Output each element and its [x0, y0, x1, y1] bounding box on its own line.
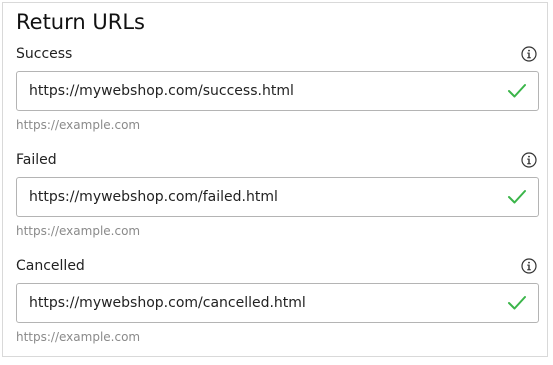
check-icon	[507, 188, 527, 206]
cancelled-url-hint: https://example.com	[16, 330, 141, 344]
check-icon	[507, 294, 527, 312]
section-title: Return URLs	[16, 10, 145, 34]
info-icon[interactable]	[521, 152, 537, 168]
info-icon[interactable]	[521, 46, 537, 62]
cancelled-url-value[interactable]: https://mywebshop.com/cancelled.html	[29, 284, 306, 322]
cancelled-url-input[interactable]: https://mywebshop.com/cancelled.html	[16, 283, 539, 323]
success-url-value[interactable]: https://mywebshop.com/success.html	[29, 72, 294, 110]
success-label: Success	[16, 46, 73, 62]
cancelled-label: Cancelled	[16, 258, 85, 274]
failed-url-input[interactable]: https://mywebshop.com/failed.html	[16, 177, 539, 217]
return-urls-panel: Return URLs Success https://mywebshop.co…	[2, 2, 548, 357]
success-url-hint: https://example.com	[16, 118, 141, 132]
failed-label: Failed	[16, 152, 57, 168]
success-url-input[interactable]: https://mywebshop.com/success.html	[16, 71, 539, 111]
failed-url-value[interactable]: https://mywebshop.com/failed.html	[29, 178, 278, 216]
info-icon[interactable]	[521, 258, 537, 274]
check-icon	[507, 82, 527, 100]
failed-url-hint: https://example.com	[16, 224, 141, 238]
